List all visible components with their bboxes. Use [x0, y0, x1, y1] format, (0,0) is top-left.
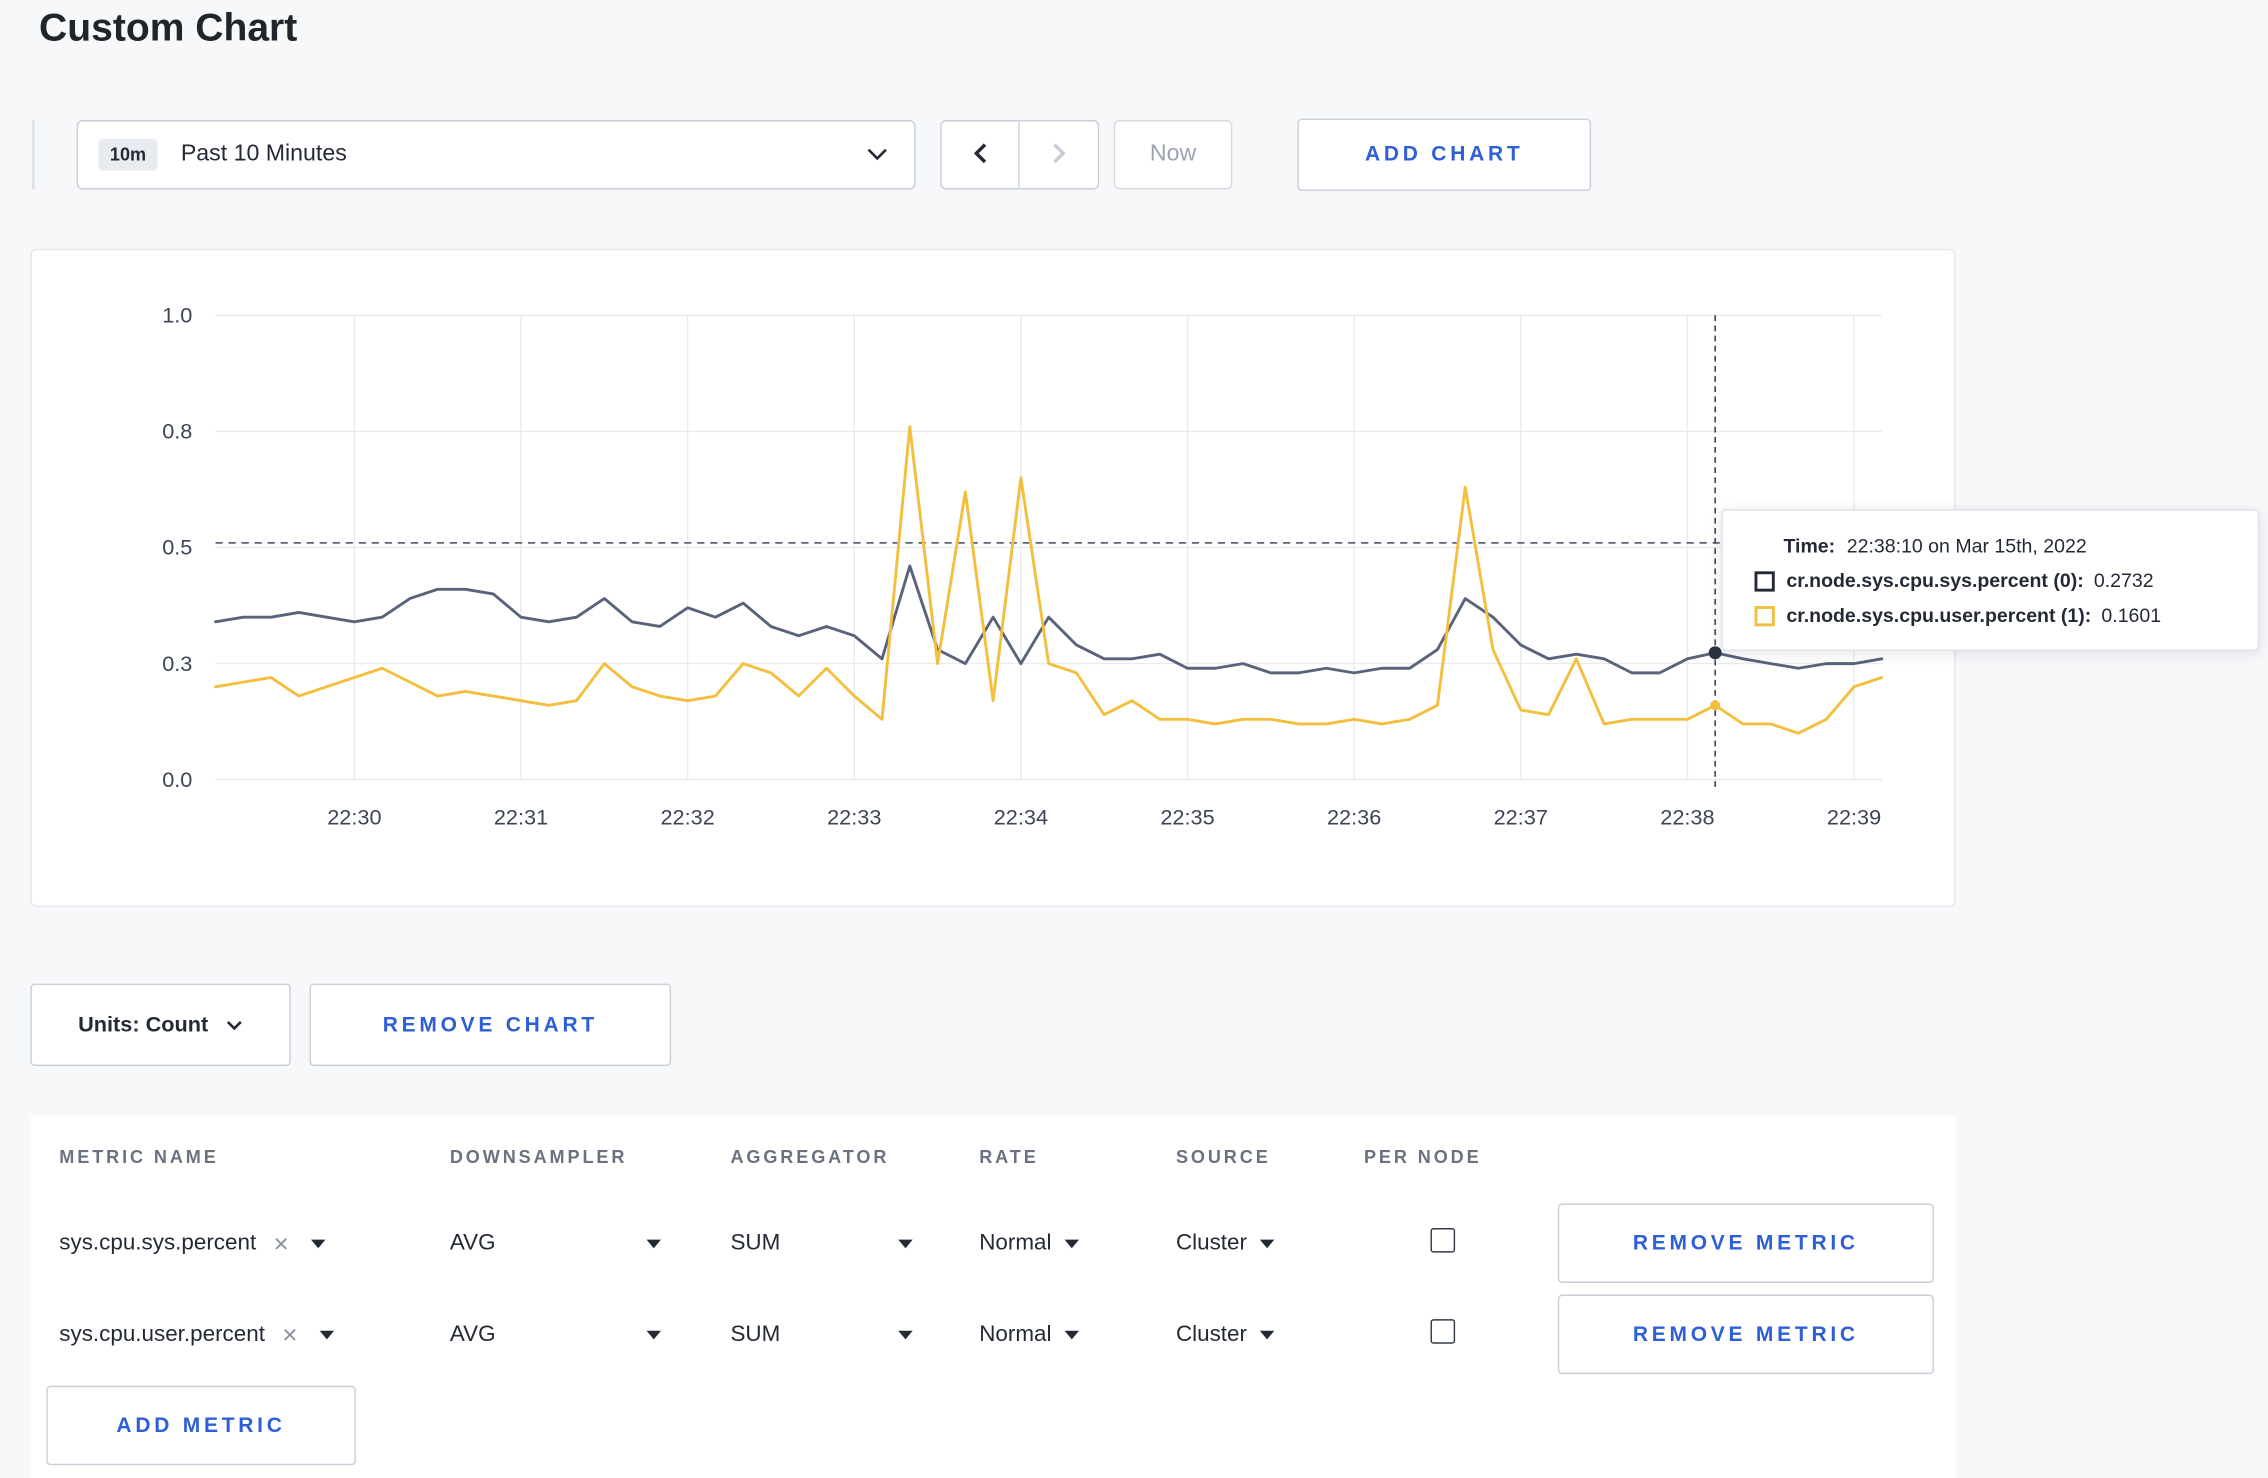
caret-down-icon: [310, 1238, 325, 1248]
chevron-right-icon: [1051, 141, 1067, 168]
metric-row: sys.cpu.user.percent × AVG SUM Normal Cl…: [30, 1289, 1955, 1380]
downsampler-label: AVG: [449, 1230, 496, 1255]
caret-down-icon: [646, 1238, 662, 1248]
remove-metric-button[interactable]: REMOVE METRIC: [1557, 1294, 1934, 1375]
next-time-button[interactable]: [1019, 120, 1100, 190]
page: Custom Chart 10m Past 10 Minutes Now ADD…: [0, 0, 2268, 1478]
tooltip-time: Time: 22:38:10 on Mar 15th, 2022: [1755, 535, 2235, 557]
chart-controls: Units: Count REMOVE CHART: [30, 983, 672, 1067]
svg-text:22:39: 22:39: [1827, 804, 1881, 829]
metrics-table: METRIC NAME DOWNSAMPLER AGGREGATOR RATE …: [30, 1116, 1956, 1478]
chart-canvas[interactable]: 0.0 0.3 0.5 0.8 1.0 22:30 22:31 22:32 22:33 22:34…: [32, 250, 1954, 905]
metric-name-select[interactable]: sys.cpu.sys.percent ×: [59, 1230, 450, 1256]
svg-text:22:35: 22:35: [1160, 804, 1214, 829]
caret-down-icon: [646, 1329, 662, 1339]
rate-select[interactable]: Normal: [979, 1321, 1176, 1347]
page-title: Custom Chart: [39, 5, 298, 50]
svg-text:1.0: 1.0: [162, 303, 192, 328]
source-label: Cluster: [1175, 1230, 1247, 1255]
series-value: 0.1601: [2101, 604, 2162, 627]
metric-row: sys.cpu.sys.percent × AVG SUM Normal Clu…: [30, 1198, 1955, 1289]
series-value: 0.2732: [2093, 569, 2154, 592]
now-button[interactable]: Now: [1113, 120, 1233, 190]
chevron-down-icon: [866, 142, 888, 168]
toolbar-divider: [31, 120, 35, 190]
toolbar: 10m Past 10 Minutes Now ADD CHART: [31, 118, 1592, 191]
svg-text:22:31: 22:31: [494, 804, 548, 829]
series-swatch-sys: [1754, 570, 1775, 591]
remove-chart-button[interactable]: REMOVE CHART: [309, 983, 672, 1067]
series-name: cr.node.sys.cpu.sys.percent (0):: [1786, 569, 2084, 592]
svg-text:22:34: 22:34: [994, 804, 1048, 829]
aggregator-label: SUM: [730, 1321, 781, 1346]
remove-metric-button[interactable]: REMOVE METRIC: [1557, 1203, 1934, 1283]
add-metric-button[interactable]: ADD METRIC: [46, 1385, 356, 1466]
add-chart-button[interactable]: ADD CHART: [1297, 118, 1592, 191]
time-range-badge: 10m: [98, 138, 158, 171]
downsampler-select[interactable]: AVG: [449, 1321, 662, 1347]
svg-text:22:36: 22:36: [1327, 804, 1381, 829]
series-name: cr.node.sys.cpu.user.percent (1):: [1786, 604, 2092, 627]
per-node-checkbox[interactable]: [1430, 1318, 1456, 1344]
tooltip-time-value: 22:38:10 on Mar 15th, 2022: [1846, 535, 2087, 557]
svg-text:0.5: 0.5: [162, 535, 192, 560]
prev-time-button[interactable]: [940, 120, 1020, 190]
svg-text:22:38: 22:38: [1660, 804, 1714, 829]
downsampler-select[interactable]: AVG: [449, 1230, 662, 1256]
tooltip-series-row: cr.node.sys.cpu.user.percent (1): 0.1601: [1754, 604, 2235, 627]
header-source: SOURCE: [1175, 1147, 1271, 1168]
clear-icon[interactable]: ×: [282, 1321, 297, 1347]
clear-icon[interactable]: ×: [274, 1230, 289, 1256]
units-label: Units: Count: [78, 1012, 209, 1038]
header-rate: RATE: [979, 1147, 1039, 1168]
caret-down-icon: [1259, 1238, 1275, 1248]
svg-text:22:30: 22:30: [327, 804, 381, 829]
metric-name-label: sys.cpu.user.percent: [59, 1321, 265, 1346]
time-range-label: Past 10 Minutes: [180, 141, 347, 167]
metric-name-select[interactable]: sys.cpu.user.percent ×: [59, 1321, 450, 1347]
caret-down-icon: [898, 1238, 913, 1248]
rate-select[interactable]: Normal: [979, 1230, 1176, 1256]
source-select[interactable]: Cluster: [1176, 1230, 1364, 1256]
header-per-node: PER NODE: [1363, 1147, 1482, 1168]
chart-card: 0.0 0.3 0.5 0.8 1.0 22:30 22:31 22:32 22:33 22:34…: [30, 248, 1956, 907]
metrics-table-header: METRIC NAME DOWNSAMPLER AGGREGATOR RATE …: [30, 1117, 1955, 1198]
chevron-down-icon: [226, 1012, 243, 1037]
aggregator-select[interactable]: SUM: [730, 1321, 913, 1347]
source-label: Cluster: [1175, 1321, 1247, 1346]
header-downsampler: DOWNSAMPLER: [449, 1147, 628, 1168]
metric-name-label: sys.cpu.sys.percent: [59, 1230, 257, 1255]
tooltip-series-row: cr.node.sys.cpu.sys.percent (0): 0.2732: [1754, 569, 2235, 592]
source-select[interactable]: Cluster: [1176, 1321, 1364, 1347]
svg-text:22:32: 22:32: [660, 804, 714, 829]
rate-label: Normal: [979, 1321, 1052, 1346]
rate-label: Normal: [979, 1230, 1052, 1255]
aggregator-select[interactable]: SUM: [730, 1230, 913, 1256]
caret-down-icon: [898, 1329, 913, 1339]
header-metric-name: METRIC NAME: [59, 1147, 219, 1168]
svg-text:0.8: 0.8: [162, 419, 192, 444]
header-aggregator: AGGREGATOR: [730, 1147, 890, 1168]
tooltip-time-label: Time:: [1783, 535, 1836, 557]
caret-down-icon: [1259, 1329, 1275, 1339]
time-range-select[interactable]: 10m Past 10 Minutes: [76, 120, 916, 190]
svg-text:22:33: 22:33: [827, 804, 881, 829]
svg-text:0.0: 0.0: [162, 767, 192, 792]
chart-tooltip: Time: 22:38:10 on Mar 15th, 2022 cr.node.…: [1721, 509, 2260, 651]
series-swatch-user: [1754, 605, 1775, 626]
chevron-left-icon: [972, 141, 988, 168]
caret-down-icon: [1064, 1329, 1079, 1339]
svg-text:0.3: 0.3: [162, 651, 192, 676]
per-node-checkbox[interactable]: [1430, 1227, 1456, 1252]
time-nav-group: [940, 120, 1100, 190]
units-select-button[interactable]: Units: Count: [30, 983, 291, 1067]
aggregator-label: SUM: [730, 1230, 781, 1255]
downsampler-label: AVG: [449, 1321, 496, 1346]
caret-down-icon: [319, 1329, 334, 1339]
caret-down-icon: [1064, 1238, 1079, 1248]
svg-text:22:37: 22:37: [1494, 804, 1548, 829]
